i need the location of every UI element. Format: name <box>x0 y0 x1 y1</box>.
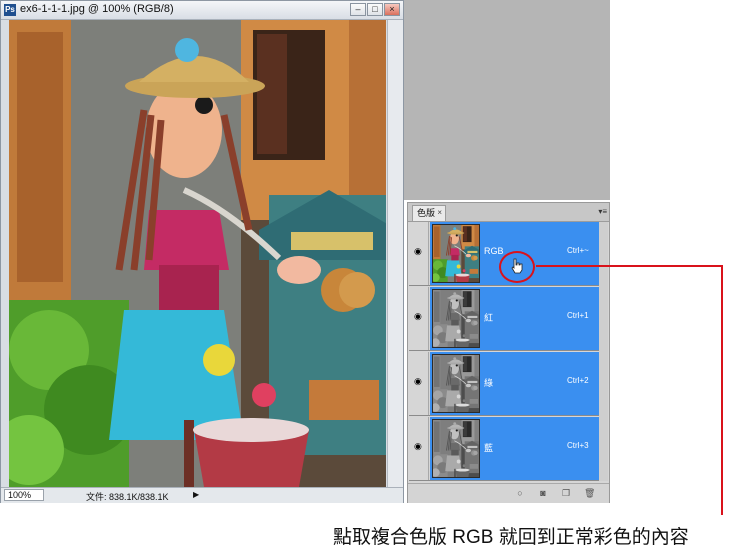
channel-name: 綠 <box>484 378 494 388</box>
workspace-background <box>404 0 610 200</box>
panel-scrollbar[interactable] <box>599 222 608 481</box>
status-bar: 100% 文件: 838.1K/838.1K ▶ <box>1 487 403 503</box>
photoshop-app-icon: Ps <box>4 4 16 16</box>
channels-panel: 色版 × ▾≡ ◉ RGB Ctrl+~ ◉ 紅 Ctrl+1 ◉ 綠 Ctrl… <box>407 202 610 503</box>
panel-footer: ○ ◙ ❐ 🗑 <box>408 483 609 503</box>
channel-body[interactable]: 紅 Ctrl+1 <box>430 287 599 350</box>
minimize-icon[interactable]: – <box>350 3 366 16</box>
channel-row-red[interactable]: ◉ 紅 Ctrl+1 <box>409 287 608 351</box>
channel-body[interactable]: 藍 Ctrl+3 <box>430 417 599 480</box>
eye-icon[interactable]: ◉ <box>409 352 429 415</box>
channel-shortcut: Ctrl+1 <box>567 311 589 320</box>
panel-menu-icon[interactable]: ▾≡ <box>598 207 607 216</box>
tab-channels[interactable]: 色版 × <box>412 205 446 221</box>
image-canvas[interactable] <box>9 20 386 487</box>
save-selection-icon[interactable]: ◙ <box>538 488 548 498</box>
new-channel-icon[interactable]: ❐ <box>561 488 571 498</box>
channel-name: RGB <box>484 246 504 256</box>
channel-body[interactable]: 綠 Ctrl+2 <box>430 352 599 415</box>
channel-shortcut: Ctrl+2 <box>567 376 589 385</box>
tab-channels-label: 色版 <box>417 208 436 218</box>
eye-icon[interactable]: ◉ <box>409 287 429 350</box>
doll-photo <box>9 20 386 487</box>
delete-channel-icon[interactable]: 🗑 <box>584 488 595 498</box>
channel-shortcut: Ctrl+3 <box>567 441 589 450</box>
caption-text: 點取複合色版 RGB 就回到正常彩色的內容 <box>333 527 689 548</box>
eye-icon[interactable]: ◉ <box>409 417 429 480</box>
callout-line <box>536 265 723 267</box>
status-menu-arrow-icon[interactable]: ▶ <box>193 489 203 501</box>
zoom-level-field[interactable]: 100% <box>4 489 44 501</box>
channel-row-blue[interactable]: ◉ 藍 Ctrl+3 <box>409 417 608 481</box>
channel-thumbnail <box>432 289 480 348</box>
channel-name: 紅 <box>484 313 494 323</box>
tab-close-icon[interactable]: × <box>437 206 442 220</box>
eye-icon[interactable]: ◉ <box>409 222 429 285</box>
maximize-icon[interactable]: □ <box>367 3 383 16</box>
hand-cursor-icon <box>511 258 523 274</box>
callout-line <box>721 265 723 515</box>
channel-thumbnail <box>432 224 480 283</box>
channel-shortcut: Ctrl+~ <box>567 246 589 255</box>
channel-name: 藍 <box>484 443 494 453</box>
document-title: ex6-1-1-1.jpg @ 100% (RGB/8) <box>20 3 174 15</box>
channel-thumbnail <box>432 419 480 478</box>
vertical-scrollbar[interactable] <box>387 20 403 487</box>
panel-tab-bar: 色版 × ▾≡ <box>408 203 609 222</box>
document-window: Ps ex6-1-1-1.jpg @ 100% (RGB/8) – □ × 10… <box>0 0 404 503</box>
close-icon[interactable]: × <box>384 3 400 16</box>
channel-thumbnail <box>432 354 480 413</box>
channel-row-green[interactable]: ◉ 綠 Ctrl+2 <box>409 352 608 416</box>
document-title-bar[interactable]: Ps ex6-1-1-1.jpg @ 100% (RGB/8) – □ × <box>1 1 403 20</box>
document-size-info: 文件: 838.1K/838.1K <box>86 492 169 502</box>
load-selection-icon[interactable]: ○ <box>515 488 525 498</box>
